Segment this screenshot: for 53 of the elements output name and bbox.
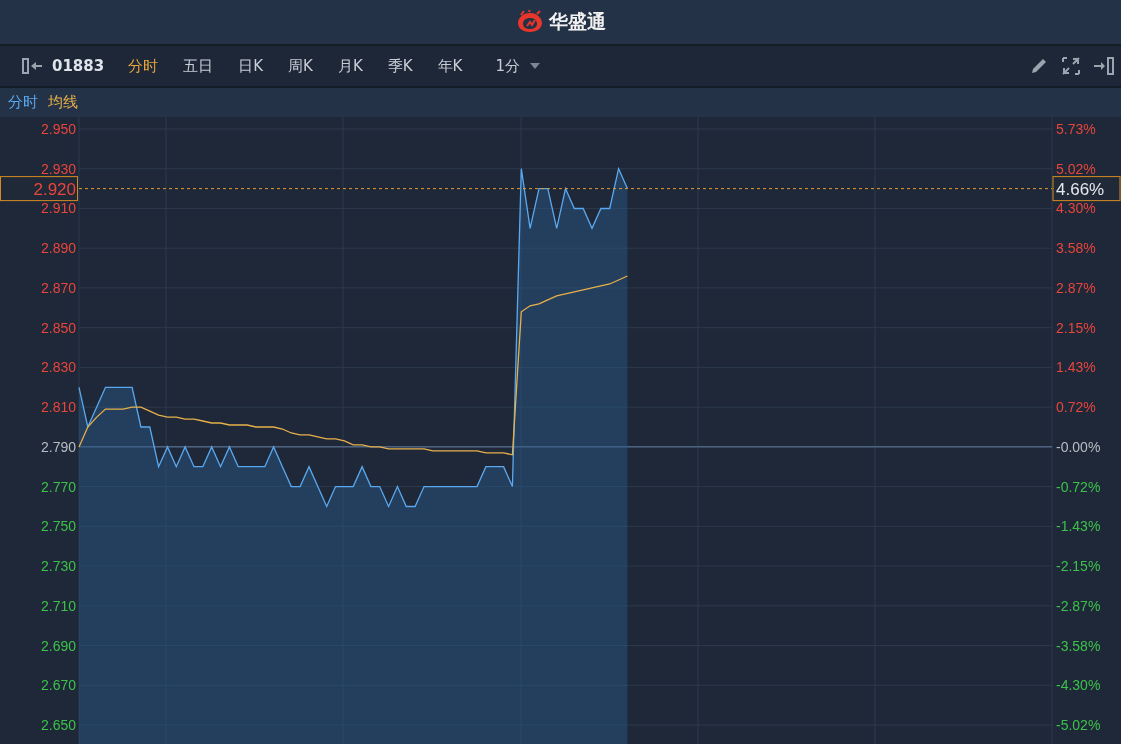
price-tick-label: 2.810 (40, 399, 76, 416)
period-tab[interactable]: 年K (429, 56, 471, 76)
period-tab[interactable]: 日K (230, 56, 272, 76)
percent-tick-label: -1.43% (1056, 518, 1101, 535)
percent-tick-label: 0.72% (1056, 399, 1096, 416)
percent-tick-label: -4.30% (1056, 677, 1101, 694)
interval-dropdown[interactable]: 1分 (489, 55, 546, 77)
pencil-icon[interactable] (1029, 56, 1049, 76)
crosshair-price-label: 2.920 (0, 176, 78, 202)
period-tab[interactable]: 五日 (175, 56, 222, 76)
percent-tick-label: -2.15% (1056, 558, 1101, 575)
percent-tick-label: 2.87% (1056, 279, 1096, 296)
logo-icon (515, 10, 545, 34)
price-tick-label: 2.790 (40, 438, 76, 455)
price-tick-label: 2.770 (40, 478, 76, 495)
price-tick-label: 2.850 (40, 319, 76, 336)
price-tick-label: 2.690 (40, 637, 76, 654)
crosshair-percent-label: 4.66% (1052, 176, 1121, 202)
exit-panel-icon[interactable] (1093, 57, 1115, 75)
app-title: 华盛通 (549, 9, 606, 34)
percent-tick-label: -0.00% (1056, 438, 1101, 455)
percent-tick-label: 1.43% (1056, 359, 1096, 376)
period-tab[interactable]: 周K (280, 56, 321, 76)
ref-line-label: 2.920 (33, 179, 76, 199)
price-tick-label: 2.930 (40, 160, 76, 177)
price-tick-label: 2.950 (40, 121, 76, 137)
period-tab[interactable]: 分时 (120, 56, 167, 76)
period-tab[interactable]: 季K (379, 56, 421, 76)
price-tick-label: 2.910 (40, 200, 76, 217)
percent-tick-label: -0.72% (1056, 478, 1101, 495)
legend-label: 分时 (8, 93, 38, 112)
caret-icon (529, 63, 540, 69)
price-tick-label: 2.650 (40, 717, 76, 733)
price-tick-label: 2.870 (40, 279, 76, 296)
legend-label: 均线 (48, 93, 78, 112)
percent-tick-label: -3.58% (1056, 637, 1101, 654)
period-tab[interactable]: 月K (329, 56, 371, 76)
percent-tick-label: 5.02% (1056, 160, 1096, 177)
price-tick-label: 2.890 (40, 240, 76, 257)
percent-tick-label: -2.87% (1056, 597, 1101, 614)
percent-tick-label: 5.73% (1056, 121, 1096, 137)
percent-tick-label: 3.58% (1056, 240, 1096, 257)
price-tick-label: 2.750 (40, 518, 76, 535)
price-tick-label: 2.670 (40, 677, 76, 694)
stock-code: 01883 (52, 57, 105, 75)
percent-tick-label: 4.30% (1056, 200, 1096, 217)
price-tick-label: 2.830 (40, 359, 76, 376)
collapse-panel-icon[interactable] (22, 58, 44, 74)
price-tick-label: 2.730 (40, 558, 76, 575)
percent-tick-label: 2.15% (1056, 319, 1096, 336)
fullscreen-icon[interactable] (1061, 56, 1081, 76)
percent-tick-label: -5.02% (1056, 717, 1101, 733)
price-tick-label: 2.710 (40, 597, 76, 614)
